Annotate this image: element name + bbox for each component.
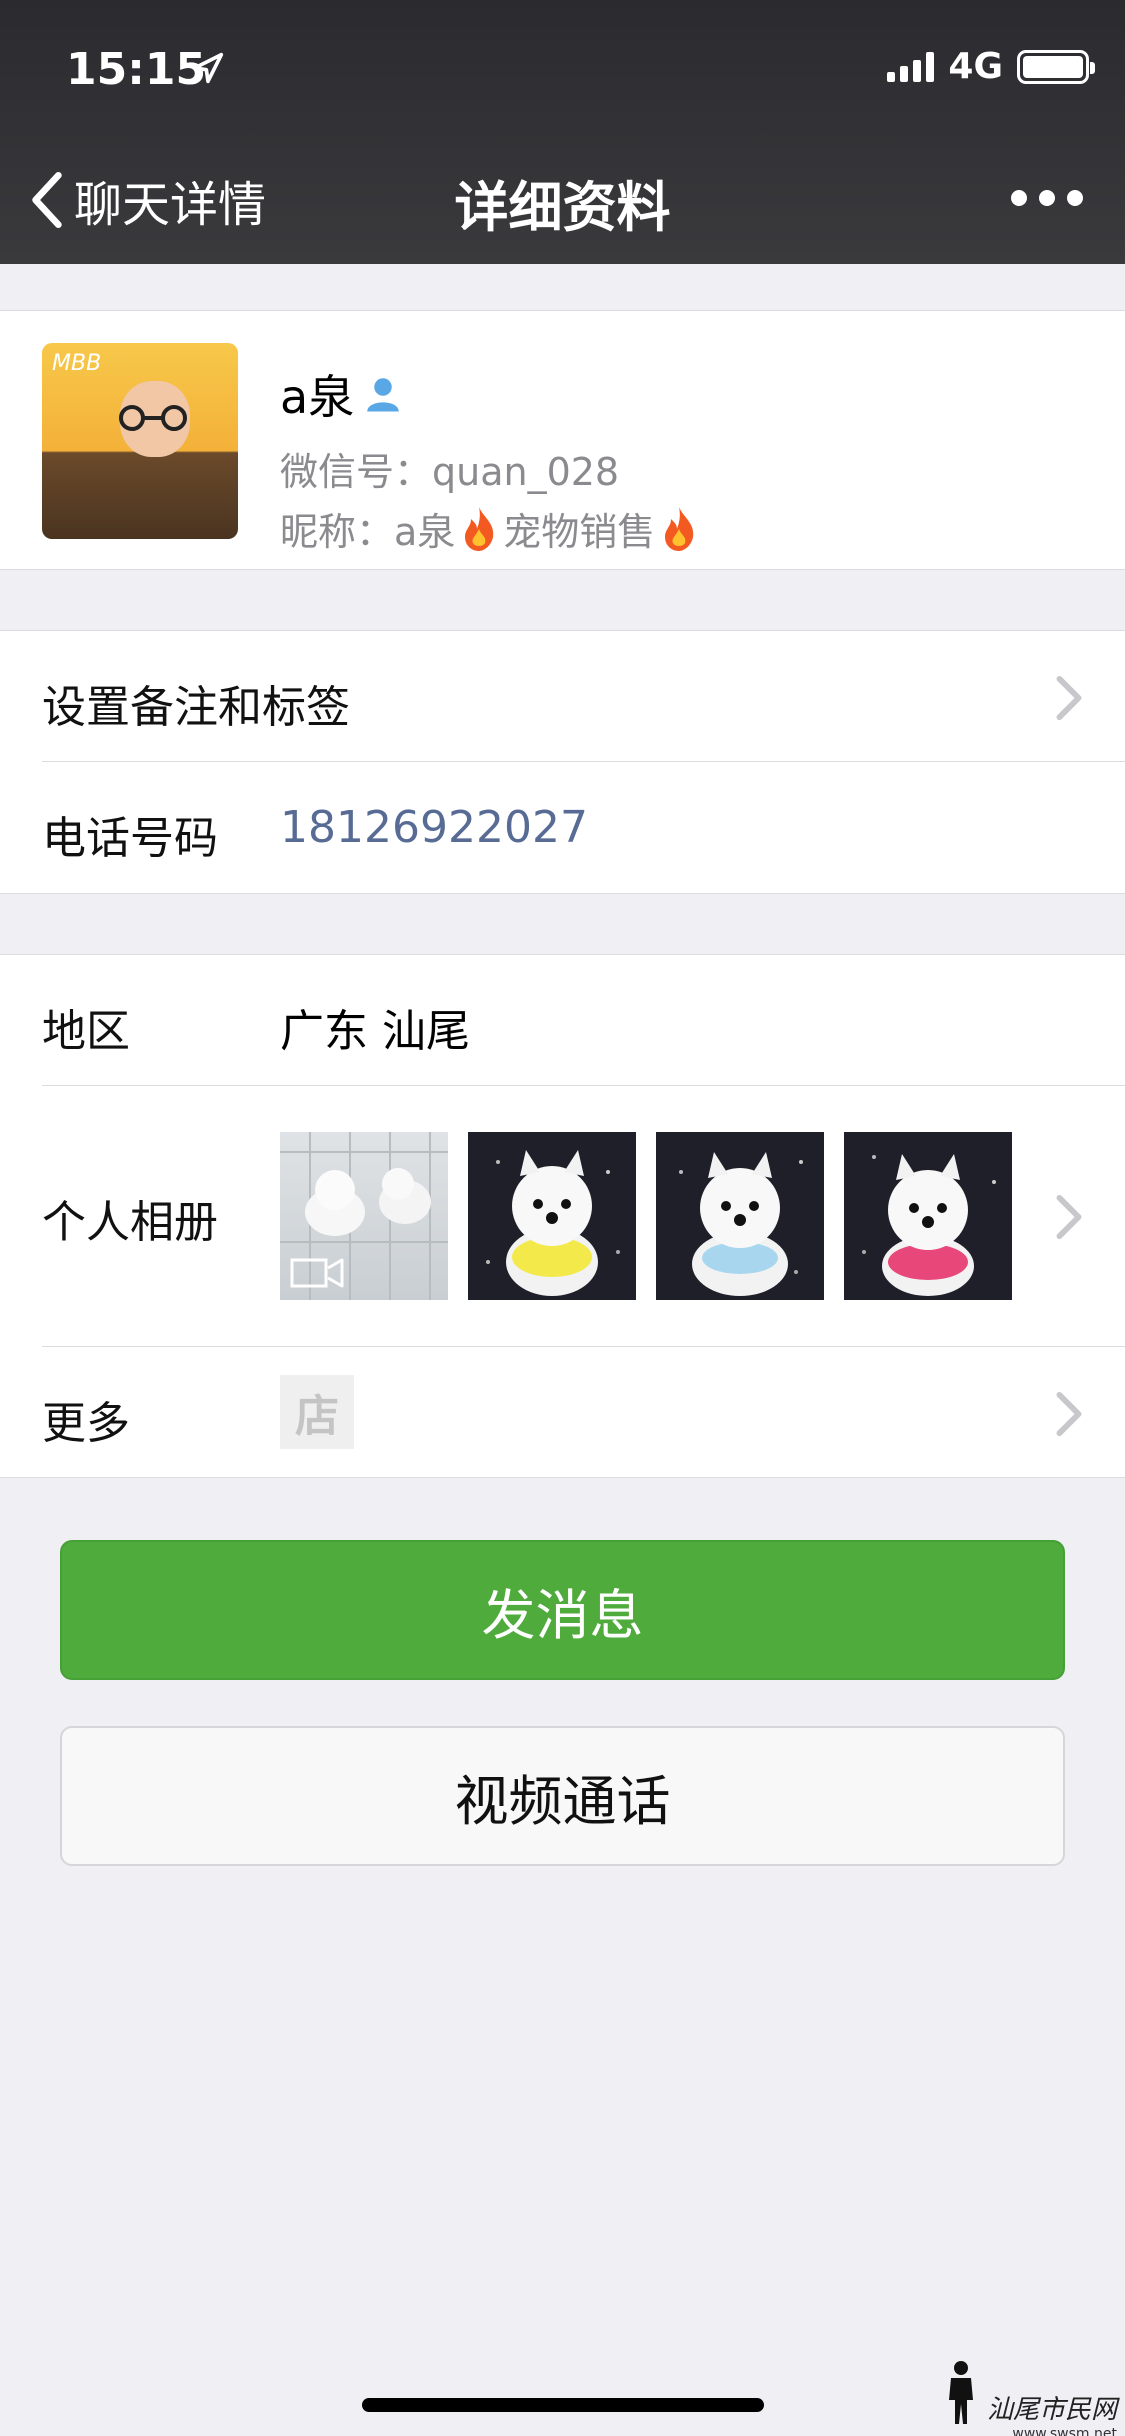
more-options-icon[interactable]: [1011, 190, 1083, 206]
fire-icon: [665, 506, 694, 551]
contact-card: 设置备注和标签 电话号码 18126922027: [0, 630, 1125, 894]
location-arrow-icon: [192, 52, 224, 84]
more-row[interactable]: 更多 店: [0, 1347, 1125, 1479]
chevron-right-icon: [1056, 1194, 1082, 1240]
send-message-button[interactable]: 发消息: [60, 1540, 1065, 1680]
home-indicator[interactable]: [362, 2398, 764, 2412]
name-row: a泉: [280, 361, 404, 427]
album-photo[interactable]: [844, 1132, 1012, 1300]
more-label: 更多: [42, 1398, 130, 1449]
remark-label: 设置备注和标签: [42, 682, 350, 733]
wechat-id: 微信号：quan_028: [280, 450, 620, 494]
shop-icon: 店: [280, 1375, 354, 1449]
watermark-url: www.swsm.net: [1012, 2426, 1117, 2436]
nickname-middle: 宠物销售: [503, 510, 656, 554]
top-bar: 15:15 4G 聊天详情 详细资料: [0, 0, 1125, 264]
profile-name: a泉: [280, 370, 355, 424]
status-time: 15:15: [66, 44, 207, 95]
video-icon: [290, 1258, 344, 1288]
battery-icon: [1017, 49, 1095, 84]
phone-label: 电话号码: [42, 813, 218, 864]
profile-card: MBB a泉 微信号：quan_028 昵称：a泉 宠物销售: [0, 310, 1125, 570]
album-label: 个人相册: [42, 1197, 218, 1248]
album-photo[interactable]: [656, 1132, 824, 1300]
chevron-right-icon: [1056, 675, 1082, 721]
status-indicators: 4G: [887, 46, 1095, 87]
info-card: 地区 广东 汕尾 个人相册 更多 店: [0, 954, 1125, 1478]
nickname-prefix: 昵称：a泉: [280, 510, 456, 554]
fire-icon: [465, 506, 494, 551]
video-call-button[interactable]: 视频通话: [60, 1726, 1065, 1866]
avatar[interactable]: MBB: [42, 343, 238, 539]
avatar-logo: MBB: [52, 351, 102, 376]
region-value: 广东 汕尾: [280, 1006, 470, 1057]
album-photo[interactable]: [468, 1132, 636, 1300]
nickname: 昵称：a泉 宠物销售: [280, 501, 703, 556]
silhouette-logo-icon: [948, 2361, 973, 2424]
watermark-text: 汕尾市民网: [986, 2395, 1117, 2425]
site-watermark: 汕尾市民网 www.swsm.net: [941, 2360, 1117, 2436]
phone-row: 电话号码 18126922027: [0, 762, 1125, 894]
album-row[interactable]: 个人相册: [0, 1086, 1125, 1346]
album-photo-video[interactable]: [280, 1132, 448, 1300]
person-icon: [367, 378, 399, 412]
chevron-right-icon: [1056, 1391, 1082, 1437]
page-title: 详细资料: [454, 176, 671, 239]
region-label: 地区: [42, 1006, 130, 1057]
region-row: 地区 广东 汕尾: [0, 955, 1125, 1085]
network-type: 4G: [948, 46, 1003, 87]
signal-icon: [887, 51, 935, 82]
phone-number-link[interactable]: 18126922027: [280, 802, 588, 853]
remark-row[interactable]: 设置备注和标签: [0, 631, 1125, 761]
